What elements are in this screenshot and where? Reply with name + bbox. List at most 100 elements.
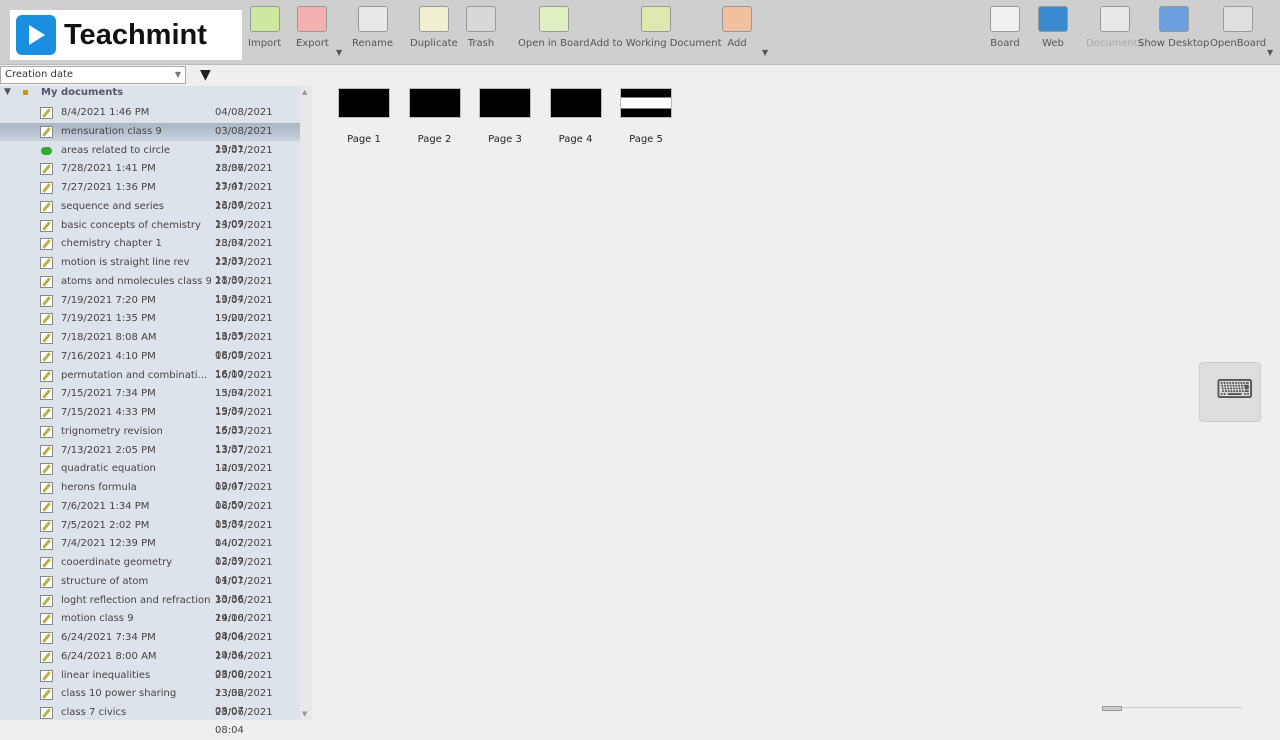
document-row[interactable]: structure of atom 01/07/2021 13:36	[0, 573, 300, 605]
page-label: Page 4	[558, 134, 593, 145]
page-preview	[338, 88, 390, 118]
page-thumbnail[interactable]: Page 4	[548, 88, 604, 145]
web-button[interactable]: Web	[1038, 6, 1068, 49]
page-thumbnail[interactable]: Page 2	[407, 88, 463, 145]
document-name: quadratic equation	[61, 463, 156, 475]
document-icon	[40, 557, 53, 569]
document-row[interactable]: 7/28/2021 1:41 PM 28/07/2021 13:41	[0, 160, 300, 192]
document-row[interactable]: motion class 9 29/06/2021 08:04	[0, 610, 300, 642]
board-button[interactable]: Board	[990, 6, 1020, 49]
document-row[interactable]: linear inequalities 23/06/2021 13:32	[0, 667, 300, 699]
gear-icon	[1223, 6, 1254, 32]
filter-icon[interactable]: ▼	[200, 67, 211, 83]
page-preview	[408, 88, 461, 118]
tree-scrollbar[interactable]: ▲ ▼	[300, 86, 312, 720]
document-row[interactable]: 8/4/2021 1:46 PM04/08/2021 13:46	[0, 104, 300, 136]
toolbar-label: Duplicate	[410, 38, 458, 49]
document-date: 23/06/2021 08:04	[215, 707, 273, 736]
toolbar-label: Add	[727, 38, 747, 49]
document-name: sequence and series	[61, 200, 164, 212]
page-thumbnail[interactable]: Page 5	[618, 88, 674, 145]
document-name: herons formula	[61, 482, 137, 493]
document-name: structure of atom	[61, 575, 149, 587]
document-name: 7/28/2021 1:41 PM	[61, 163, 156, 175]
document-row[interactable]: 7/15/2021 7:34 PM 15/07/2021 19:34	[0, 385, 300, 417]
document-icon	[40, 669, 53, 682]
document-row[interactable]: 7/4/2021 12:39 PM 04/07/2021 12:39	[0, 535, 300, 567]
globe-icon	[1038, 6, 1068, 32]
zoom-slider[interactable]	[1102, 706, 1242, 713]
export-icon	[297, 6, 328, 32]
document-row[interactable]: 7/18/2021 8:08 AM 18/07/2021 08:08	[0, 329, 300, 361]
trash-button[interactable]: Trash	[466, 6, 496, 49]
document-icon	[40, 125, 53, 138]
sort-dropdown[interactable]: Creation date ▼	[0, 66, 186, 84]
document-name: 7/18/2021 8:08 AM	[61, 332, 157, 343]
document-row[interactable]: cooerdinate geometry 03/07/2021 14:01	[0, 554, 300, 586]
document-row[interactable]: quadratic equation 12/07/2021 12:47	[0, 460, 300, 492]
add-button[interactable]: Add	[722, 6, 752, 49]
document-row[interactable]: sequence and series 26/07/2021 14:09	[0, 198, 300, 230]
document-name: 7/19/2021 1:35 PM	[61, 313, 156, 325]
page-thumbnail[interactable]: Page 3	[477, 88, 533, 145]
documents-button[interactable]: Documents	[1086, 6, 1143, 49]
document-name: 7/5/2021 2:02 PM	[61, 519, 150, 531]
open-in-board-button[interactable]: Open in Board	[518, 6, 590, 49]
document-row[interactable]: motion is straight line rev 22/07/2021 18…	[0, 254, 300, 286]
page-label: Page 2	[417, 134, 452, 145]
rename-button[interactable]: Rename	[352, 6, 393, 49]
tree-root-label: My documents	[41, 87, 124, 98]
document-name: 7/15/2021 7:34 PM	[61, 388, 156, 400]
trash-icon	[466, 6, 496, 32]
page-thumbnail[interactable]: Page 1	[336, 88, 392, 145]
document-row[interactable]: loght reflection and refraction 30/06/202…	[0, 592, 300, 624]
document-row[interactable]: 7/5/2021 2:02 PM 05/07/2021 14:02	[0, 517, 300, 549]
document-row[interactable]: chemistry chapter 1 23/07/2021 13:33	[0, 235, 300, 267]
document-row[interactable]: class 10 power sharing 23/06/2021 08:07	[0, 685, 300, 717]
open-in-board-icon	[538, 6, 569, 32]
document-row[interactable]: 7/19/2021 7:20 PM 19/07/2021 19:20	[0, 292, 300, 324]
export-dropdown-arrow-icon[interactable]: ▼	[336, 48, 342, 57]
export-button[interactable]: Export	[296, 6, 329, 49]
document-row[interactable]: 7/19/2021 1:35 PM 19/07/2021 13:35	[0, 310, 300, 342]
document-row[interactable]: permutation and combinati... 16/07/2021 1…	[0, 367, 300, 399]
add-to-working-document-button[interactable]: Add to Working Document	[590, 6, 722, 49]
document-name: motion is straight line rev	[61, 257, 190, 268]
openboard-button[interactable]: OpenBoard	[1210, 6, 1266, 49]
show-desktop-button[interactable]: Show Desktop	[1138, 6, 1209, 49]
document-row[interactable]: 6/24/2021 7:34 PM 24/06/2021 19:34	[0, 629, 300, 661]
document-row[interactable]: 6/24/2021 8:00 AM 24/06/2021 08:00	[0, 648, 300, 680]
document-name: chemistry chapter 1	[61, 238, 162, 250]
document-name: mensuration class 9	[61, 125, 162, 137]
duplicate-button[interactable]: Duplicate	[410, 6, 458, 49]
add-dropdown-arrow-icon[interactable]: ▼	[762, 48, 768, 57]
import-button[interactable]: Import	[248, 6, 281, 49]
openboard-dropdown-arrow-icon[interactable]: ▼	[1267, 48, 1273, 57]
zoom-slider-handle[interactable]	[1102, 706, 1122, 711]
toolbar-label: Rename	[352, 38, 394, 49]
document-row[interactable]: 7/6/2021 1:34 PM 06/07/2021 13:34	[0, 498, 300, 530]
tree-root[interactable]: ▼ ▪ My documents	[0, 87, 300, 103]
document-row[interactable]: mensuration class 9 03/08/2021 13:31	[0, 122, 300, 155]
document-name: areas related to circle	[61, 144, 171, 156]
brand-name: Teachmint	[64, 18, 207, 51]
document-row[interactable]: herons formula 09/07/2021 12:50	[0, 479, 300, 511]
document-name: class 7 civics	[61, 707, 127, 718]
document-row[interactable]: trignometry revision 15/07/2021 13:37	[0, 423, 300, 455]
document-row[interactable]: areas related to circle 29/07/2021 13:36	[0, 142, 300, 174]
document-row[interactable]: atoms and nmolecules class 9 21/07/2021 1…	[0, 273, 300, 305]
document-row[interactable]: class 7 civics 23/06/2021 08:04	[0, 704, 300, 736]
document-icon	[40, 238, 53, 251]
expand-arrow-icon[interactable]: ▼	[4, 87, 11, 97]
document-row[interactable]: 7/27/2021 1:36 PM 27/07/2021 13:36	[0, 179, 300, 211]
document-name: 6/24/2021 7:34 PM	[61, 632, 156, 643]
document-row[interactable]: 7/16/2021 4:10 PM 16/07/2021 16:10	[0, 348, 300, 380]
page-label: Page 3	[488, 134, 522, 145]
import-icon	[249, 6, 280, 32]
keyboard-button[interactable]	[1199, 362, 1261, 422]
add-icon	[722, 6, 752, 32]
document-row[interactable]: 7/13/2021 2:05 PM 13/07/2021 14:05	[0, 442, 300, 474]
toolbar-label: Web	[1042, 38, 1064, 49]
document-row[interactable]: basic concepts of chemistry 23/07/2021 18…	[0, 217, 300, 249]
document-row[interactable]: 7/15/2021 4:33 PM 15/07/2021 16:33	[0, 404, 300, 436]
